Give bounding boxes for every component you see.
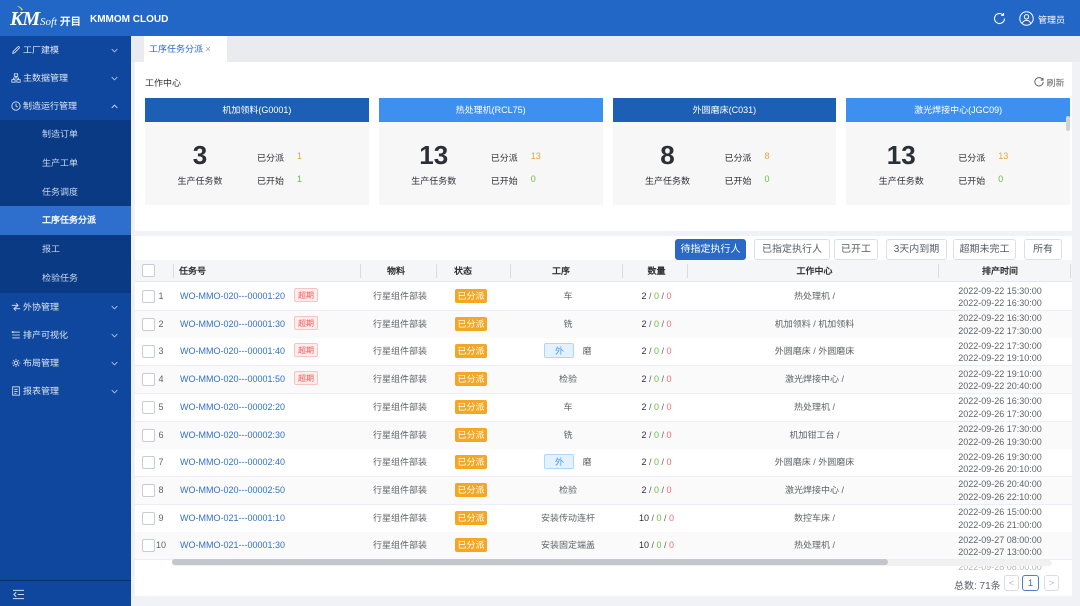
svg-text:Soft: Soft: [40, 16, 58, 28]
svg-text:开目: 开目: [60, 16, 81, 28]
svg-text:KM: KM: [9, 8, 41, 30]
